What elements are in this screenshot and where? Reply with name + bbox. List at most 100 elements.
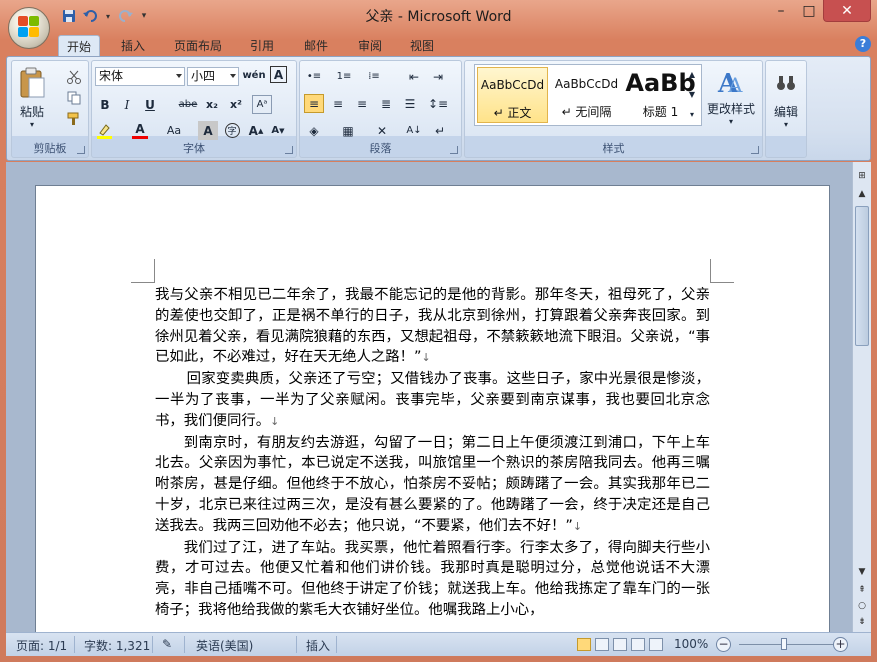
style-normal[interactable]: AaBbCcDd ↵ 正文 <box>477 67 548 123</box>
document-text[interactable]: 我与父亲不相见已二年余了，我最不能忘记的是他的背影。那年冬天，祖母死了，父亲的差… <box>155 285 710 621</box>
justify-icon[interactable]: ≣ <box>376 94 396 113</box>
superscript-button[interactable]: x² <box>226 95 246 114</box>
scroll-up-icon[interactable]: ▲ <box>853 186 871 202</box>
paragraph-mark: ↓ <box>270 414 280 428</box>
next-page-icon[interactable]: ⇟ <box>853 614 871 630</box>
minimize-button[interactable]: – <box>767 0 795 22</box>
font-launcher-icon[interactable] <box>285 146 293 154</box>
increase-indent-icon[interactable]: ⇥ <box>428 67 448 86</box>
align-center-icon[interactable]: ≡ <box>328 94 348 113</box>
tab-view[interactable]: 视图 <box>400 35 444 56</box>
text-highlight-icon[interactable] <box>95 121 115 140</box>
draft-view-icon[interactable] <box>649 638 663 651</box>
maximize-button[interactable]: □ <box>795 0 823 22</box>
ruler-toggle-icon[interactable]: ⊞ <box>853 168 871 184</box>
tab-review[interactable]: 审阅 <box>348 35 392 56</box>
change-styles-button[interactable]: AA 更改样式 ▾ <box>704 63 758 131</box>
insert-mode[interactable]: 插入 <box>306 637 330 654</box>
tab-insert[interactable]: 插入 <box>112 35 154 56</box>
scroll-down-icon[interactable]: ▼ <box>853 564 871 580</box>
styles-launcher-icon[interactable] <box>751 146 759 154</box>
page-count[interactable]: 页面: 1/1 <box>16 637 67 654</box>
window-controls: – □ ✕ <box>767 0 871 22</box>
phonetic-guide-icon[interactable]: wén <box>242 66 265 85</box>
paragraph-text: 我与父亲不相见已二年余了，我最不能忘记的是他的背影。那年冬天，祖母死了，父亲的差… <box>155 287 710 366</box>
subscript-button[interactable]: x₂ <box>202 95 222 114</box>
clear-formatting-icon[interactable]: Aᵃ <box>252 95 272 114</box>
gallery-scroll-up-icon[interactable]: ▲ <box>685 65 699 84</box>
web-layout-view-icon[interactable] <box>613 638 627 651</box>
shading-icon[interactable]: ◈ <box>304 121 324 140</box>
status-separator <box>74 636 75 653</box>
paragraph: 到南京时，有朋友约去游逛，勾留了一日；第二日上午便须渡江到浦口，下午上车北去。父… <box>155 433 710 538</box>
tab-home[interactable]: 开始 <box>58 35 100 56</box>
tab-page-layout[interactable]: 页面布局 <box>166 35 230 56</box>
full-screen-reading-view-icon[interactable] <box>595 638 609 651</box>
outline-view-icon[interactable] <box>631 638 645 651</box>
italic-button[interactable]: I <box>117 95 137 114</box>
paste-button[interactable]: 粘贴 ▾ <box>16 65 48 131</box>
paste-label: 粘贴 <box>19 105 44 119</box>
tab-references[interactable]: 引用 <box>240 35 284 56</box>
show-hide-marks-icon[interactable]: ↵ <box>430 121 450 140</box>
office-logo-icon <box>18 16 40 38</box>
change-case-button[interactable]: Aa <box>162 121 186 140</box>
numbering-icon[interactable]: 1≡ <box>334 67 354 86</box>
line-spacing-icon[interactable]: ↕≡ <box>428 94 448 113</box>
distributed-icon[interactable]: ☰ <box>400 94 420 113</box>
document-page[interactable]: 我与父亲不相见已二年余了，我最不能忘记的是他的背影。那年冬天，祖母死了，父亲的差… <box>35 185 830 645</box>
paragraph-launcher-icon[interactable] <box>450 146 458 154</box>
word-count[interactable]: 字数: 1,321 <box>84 637 150 654</box>
document-area[interactable]: 我与父亲不相见已二年余了，我最不能忘记的是他的背影。那年冬天，祖母死了，父亲的差… <box>6 162 852 645</box>
decrease-indent-icon[interactable]: ⇤ <box>404 67 424 86</box>
status-separator <box>336 636 337 653</box>
bullets-icon[interactable]: •≡ <box>304 67 324 86</box>
enclose-characters-icon[interactable]: 字 <box>222 121 242 140</box>
zoom-slider-track[interactable] <box>739 644 839 645</box>
tab-mailings[interactable]: 邮件 <box>294 35 338 56</box>
sort-icon[interactable]: A↓ <box>404 121 424 140</box>
close-button[interactable]: ✕ <box>823 0 871 22</box>
grow-font-icon[interactable]: A ▲ <box>246 121 266 140</box>
vertical-scrollbar[interactable]: ⊞ ▲ ▼ ⇞ ○ ⇟ <box>852 162 871 632</box>
paragraph: 我与父亲不相见已二年余了，我最不能忘记的是他的背影。那年冬天，祖母死了，父亲的差… <box>155 285 710 369</box>
gallery-more-icon[interactable]: ▾ <box>685 105 699 124</box>
align-right-icon[interactable]: ≡ <box>352 94 372 113</box>
borders-icon[interactable]: ▦ <box>338 121 358 140</box>
cut-icon[interactable] <box>64 67 84 86</box>
style-no-spacing[interactable]: AaBbCcDd ↵ 无间隔 <box>551 67 622 123</box>
underline-button[interactable]: U <box>140 95 160 114</box>
format-painter-icon[interactable] <box>64 109 84 128</box>
ribbon-tabs: 开始 插入 页面布局 引用 邮件 审阅 视图 <box>0 32 877 56</box>
help-icon[interactable]: ? <box>855 36 871 52</box>
spelling-check-icon[interactable]: ✎ <box>162 637 172 651</box>
office-button[interactable] <box>8 7 50 49</box>
character-shading-icon[interactable]: A <box>198 121 218 140</box>
print-layout-view-icon[interactable] <box>577 638 591 651</box>
binoculars-icon <box>777 76 795 90</box>
gallery-scroll-down-icon[interactable]: ▼ <box>685 85 699 104</box>
zoom-out-icon[interactable]: − <box>716 637 731 652</box>
status-separator <box>296 636 297 653</box>
zoom-slider-thumb[interactable] <box>781 638 787 650</box>
font-group-label: 字体 <box>183 142 205 155</box>
shrink-font-icon[interactable]: A ▼ <box>268 121 288 140</box>
font-name-combo[interactable]: 宋体 <box>95 67 185 86</box>
bold-button[interactable]: B <box>95 95 115 114</box>
zoom-in-icon[interactable]: + <box>833 637 848 652</box>
align-left-icon[interactable]: ≡ <box>304 94 324 113</box>
copy-icon[interactable] <box>64 88 84 107</box>
font-color-button[interactable]: A <box>130 121 150 140</box>
multilevel-list-icon[interactable]: ⁞≡ <box>364 67 384 86</box>
select-browse-object-icon[interactable]: ○ <box>853 598 871 614</box>
language[interactable]: 英语(美国) <box>196 637 253 654</box>
scroll-thumb[interactable] <box>855 206 869 346</box>
font-size-combo[interactable]: 小四 <box>187 67 239 86</box>
zoom-level[interactable]: 100% <box>674 637 708 651</box>
clipboard-launcher-icon[interactable] <box>77 146 85 154</box>
chinese-layout-icon[interactable]: ✕ <box>372 121 392 140</box>
previous-page-icon[interactable]: ⇞ <box>853 582 871 598</box>
editing-button[interactable]: 编辑 ▾ <box>768 67 804 135</box>
character-border-icon[interactable]: A <box>270 66 287 83</box>
strikethrough-button[interactable]: abe <box>178 95 198 114</box>
